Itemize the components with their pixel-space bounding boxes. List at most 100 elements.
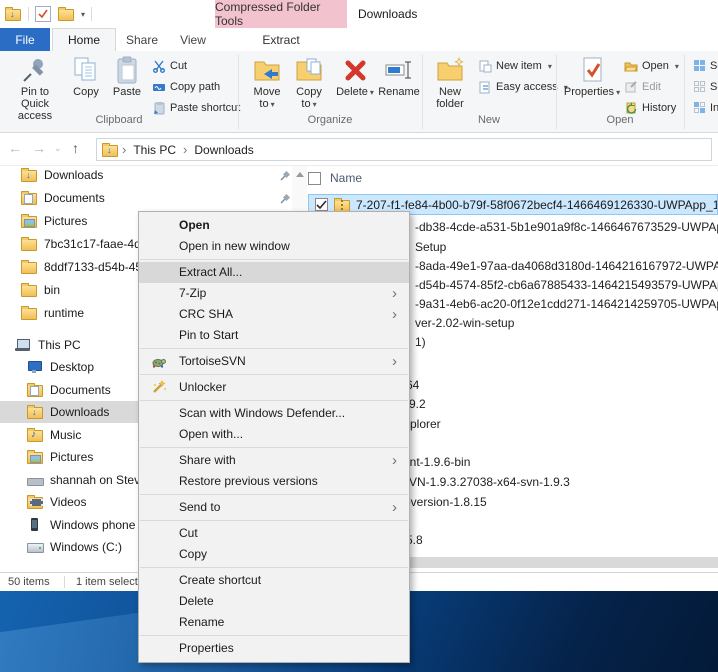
copy-to-icon <box>294 54 324 86</box>
cut-button[interactable]: Cut <box>152 57 187 75</box>
tab-view[interactable]: View <box>168 28 218 51</box>
menu-item-copy[interactable]: Copy <box>139 544 409 565</box>
dropdown-caret <box>614 86 620 98</box>
delete-button[interactable]: Delete <box>334 54 376 99</box>
menu-item-share-with[interactable]: Share with <box>139 450 409 471</box>
menu-item-properties[interactable]: Properties <box>139 638 409 659</box>
qat-new-folder-button[interactable] <box>57 6 75 22</box>
music-folder-icon: ♪ <box>26 427 44 443</box>
menu-separator <box>140 567 408 568</box>
new-folder-button[interactable]: New folder <box>428 54 472 110</box>
menu-item-tortoisesvn[interactable]: TortoiseSVN <box>139 351 409 372</box>
menu-item-open[interactable]: Open <box>139 215 409 236</box>
row-checkbox[interactable] <box>315 198 328 211</box>
invert-selection-button[interactable]: Invert selection <box>694 99 718 117</box>
menu-item-delete[interactable]: Delete <box>139 591 409 612</box>
qat-customize-dropdown[interactable]: ▾ <box>81 10 85 19</box>
select-all-button[interactable]: Select all <box>694 57 718 75</box>
tab-share[interactable]: Share <box>116 28 168 51</box>
recent-locations-dropdown[interactable]: ⌄ <box>54 143 62 154</box>
pictures-folder-icon <box>20 213 38 229</box>
new-item-icon <box>479 60 492 73</box>
explorer-screen: ↓ ▾ Compressed Folder Tools Downloads Fi… <box>0 0 718 672</box>
paste-button[interactable]: Paste <box>106 54 148 98</box>
menu-item-7-zip[interactable]: 7-Zip <box>139 283 409 304</box>
copy-button[interactable]: Copy <box>66 54 106 98</box>
menu-separator <box>140 520 408 521</box>
open-button[interactable]: Open <box>624 57 679 75</box>
pushpin-icon <box>20 54 50 86</box>
file-row-fragment[interactable]: bversion-1.8.15 <box>404 494 487 510</box>
menu-item-extract-all[interactable]: Extract All... <box>139 262 409 283</box>
menu-item-open-with[interactable]: Open with... <box>139 424 409 445</box>
breadcrumb[interactable]: ↓ › This PC › Downloads <box>96 138 712 161</box>
dropdown-caret <box>546 60 552 72</box>
drive-icon <box>26 539 44 555</box>
edit-pencil-icon <box>625 81 637 93</box>
app-downloads-folder-icon[interactable]: ↓ <box>4 6 22 22</box>
copy-to-button[interactable]: Copy to <box>288 54 330 111</box>
qat-properties-button[interactable] <box>35 6 51 22</box>
pin-to-quick-access-button[interactable]: Pin to Quick access <box>6 54 64 122</box>
menu-item-open-in-new-window[interactable]: Open in new window <box>139 236 409 257</box>
file-row-fragment[interactable]: ver-2.02-win-setup <box>415 315 514 331</box>
sidebar-item-documents-quick[interactable]: Documents <box>0 187 291 209</box>
menu-item-pin-to-start[interactable]: Pin to Start <box>139 325 409 346</box>
move-to-button[interactable]: Move to <box>246 54 288 111</box>
history-icon <box>626 102 637 114</box>
file-row-fragment[interactable]: 1) <box>415 334 426 350</box>
file-row-fragment[interactable]: -d54b-4574-85f2-cb6a67885433-14642154935… <box>415 277 718 293</box>
file-row-fragment[interactable]: Setup <box>415 239 446 255</box>
downloads-folder-icon: ↓ <box>26 404 44 420</box>
menu-item-scan-with-windows-defender[interactable]: Scan with Windows Defender... <box>139 403 409 424</box>
folder-icon <box>20 282 38 298</box>
items-count: 50 items <box>8 576 50 588</box>
menu-item-create-shortcut[interactable]: Create shortcut <box>139 570 409 591</box>
select-none-button[interactable]: Select none <box>694 78 718 96</box>
new-item-button[interactable]: New item <box>478 57 552 75</box>
group-divider <box>684 55 685 129</box>
file-row-fragment[interactable]: -8ada-49e1-97aa-da4068d3180d-14642161679… <box>415 258 718 274</box>
selected-file-name: 7-207-f1-fe84-4b00-b79f-58f0672becf4-146… <box>356 197 717 212</box>
menu-item-cut[interactable]: Cut <box>139 523 409 544</box>
check-icon <box>316 200 327 210</box>
name-column-header[interactable]: Name <box>330 171 362 185</box>
menu-item-restore-previous-versions[interactable]: Restore previous versions <box>139 471 409 492</box>
breadcrumb-downloads[interactable]: Downloads <box>190 143 257 157</box>
folder-icon <box>20 305 38 321</box>
qat-divider <box>91 7 93 21</box>
forward-button[interactable]: → <box>32 140 46 156</box>
file-row-fragment[interactable]: -9a31-4eb6-ac20-0f12e1cdd271-14642142597… <box>415 296 718 312</box>
rename-button[interactable]: Rename <box>376 54 422 98</box>
menu-item-unlocker[interactable]: Unlocker <box>139 377 409 398</box>
folder-icon <box>20 236 38 252</box>
sidebar-item-downloads-quick[interactable]: ↓ Downloads <box>0 164 291 186</box>
network-drive-icon <box>26 472 44 488</box>
menu-item-send-to[interactable]: Send to <box>139 497 409 518</box>
tab-extract[interactable]: Extract <box>215 28 347 51</box>
easy-access-button[interactable]: Easy access <box>478 78 568 96</box>
tab-home[interactable]: Home <box>52 28 116 51</box>
ribbon-tab-row: File Home Share View Extract <box>0 28 718 51</box>
tortoisesvn-icon <box>151 353 167 369</box>
properties-button[interactable]: Properties <box>564 54 620 99</box>
menu-separator <box>140 494 408 495</box>
select-all-checkbox[interactable] <box>308 171 321 185</box>
scrollbar-up-arrow[interactable] <box>296 172 304 177</box>
rename-icon <box>384 54 414 86</box>
pictures-folder-icon <box>26 449 44 465</box>
menu-item-crc-sha[interactable]: CRC SHA <box>139 304 409 325</box>
tab-file[interactable]: File <box>0 28 50 51</box>
file-row-fragment[interactable]: VN-1.9.3.27038-x64-svn-1.9.3 <box>409 474 570 490</box>
back-button[interactable]: ← <box>8 140 22 156</box>
up-button[interactable]: ↑ <box>72 140 79 156</box>
ribbon: Pin to Quick access Copy Paste Cut Copy … <box>0 51 718 133</box>
breadcrumb-this-pc[interactable]: This PC <box>129 143 180 157</box>
file-row-fragment[interactable]: -db38-4cde-a531-5b1e901a9f8c-14664676735… <box>415 219 718 235</box>
scissors-icon <box>153 60 165 73</box>
menu-item-rename[interactable]: Rename <box>139 612 409 633</box>
menu-separator <box>140 348 408 349</box>
edit-button[interactable]: Edit <box>624 78 661 96</box>
file-row-fragment[interactable]: unt-1.9.6-bin <box>403 454 470 470</box>
copy-path-button[interactable]: Copy path <box>152 78 220 96</box>
